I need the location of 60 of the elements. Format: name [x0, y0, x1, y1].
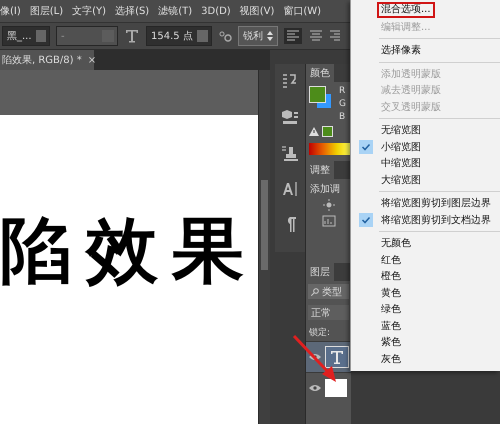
- menu-item[interactable]: 小缩览图: [351, 138, 500, 155]
- channel-label: B: [339, 112, 346, 122]
- panel-label: 添加调: [309, 182, 341, 197]
- menu-item[interactable]: 红色: [351, 252, 500, 268]
- font-size-icon: [124, 28, 140, 44]
- color-swatch[interactable]: [322, 126, 333, 137]
- character-icon[interactable]: [281, 180, 299, 198]
- cube-icon[interactable]: [281, 108, 299, 126]
- eye-icon[interactable]: [309, 353, 321, 361]
- menu-bar-item[interactable]: 窗口(W): [283, 4, 322, 18]
- close-button[interactable]: ×: [88, 54, 96, 66]
- menu-item[interactable]: 蓝色: [351, 318, 500, 334]
- menu-item[interactable]: 中缩览图: [351, 155, 500, 172]
- color-ramp[interactable]: [309, 143, 351, 155]
- stamp-icon[interactable]: [281, 144, 299, 162]
- menu-item[interactable]: 紫色: [351, 334, 500, 350]
- layer-thumbnail: [325, 379, 347, 397]
- menu-item[interactable]: 大缩览图: [351, 172, 500, 188]
- blend-mode-dropdown[interactable]: 正常: [308, 305, 349, 320]
- align-left-icon[interactable]: [284, 28, 302, 44]
- channel-label: G: [339, 99, 346, 109]
- menu-bar-item[interactable]: 视图(V): [240, 4, 274, 18]
- menu-bar-item[interactable]: 选择(S): [115, 4, 150, 18]
- menu-item[interactable]: 无缩览图: [351, 122, 500, 138]
- levels-icon[interactable]: [322, 215, 336, 227]
- menu-bar-item[interactable]: 文字(Y): [72, 4, 106, 18]
- font-family-dropdown[interactable]: 黑_...: [2, 26, 50, 46]
- lock-label: 锁定:: [309, 326, 330, 338]
- menu-item[interactable]: 灰色: [351, 350, 500, 367]
- menu-item[interactable]: 橙色: [351, 268, 500, 284]
- panel-tab[interactable]: 颜色: [306, 64, 334, 82]
- menu-item[interactable]: 无颜色: [351, 235, 500, 252]
- channel-label: R: [339, 86, 346, 96]
- menu-item[interactable]: 绿色: [351, 301, 500, 318]
- scrollbar[interactable]: [258, 70, 270, 424]
- warning-icon: [309, 127, 319, 136]
- stepper-icon: [267, 31, 273, 41]
- font-size-field[interactable]: 154.5 点: [146, 26, 212, 46]
- menu-item[interactable]: 将缩览图剪切到文档边界: [351, 212, 500, 228]
- search-icon: [311, 288, 319, 296]
- menu-bar-item[interactable]: 像(I): [0, 4, 21, 18]
- layer-filter-field[interactable]: 类型: [308, 284, 349, 299]
- menu-item[interactable]: 将缩览图剪切到图层边界: [351, 195, 500, 212]
- menu-item[interactable]: 混合选项...: [351, 2, 500, 18]
- layer-row[interactable]: [306, 341, 351, 372]
- menu-item[interactable]: 黄色: [351, 284, 500, 301]
- menu-bar-item[interactable]: 3D(D): [201, 6, 231, 16]
- antialias-dropdown[interactable]: 锐利: [238, 26, 278, 46]
- brightness-icon[interactable]: [322, 199, 334, 211]
- menu-bar-item[interactable]: 图层(L): [30, 4, 64, 18]
- antialias-icon: [218, 30, 232, 42]
- color-swatches-icon[interactable]: [309, 86, 333, 110]
- eye-icon[interactable]: [309, 384, 321, 392]
- menu-item[interactable]: 选择像素: [351, 42, 500, 58]
- history-icon[interactable]: [281, 72, 299, 90]
- canvas-text: 陷效果: [0, 214, 258, 286]
- menu-bar-item[interactable]: 滤镜(T): [158, 4, 192, 18]
- document-tab[interactable]: 陷效果, RGB/8) * ×: [0, 50, 94, 70]
- panel-tab[interactable]: 调整: [306, 161, 334, 179]
- panel-tab[interactable]: 图层: [306, 263, 334, 281]
